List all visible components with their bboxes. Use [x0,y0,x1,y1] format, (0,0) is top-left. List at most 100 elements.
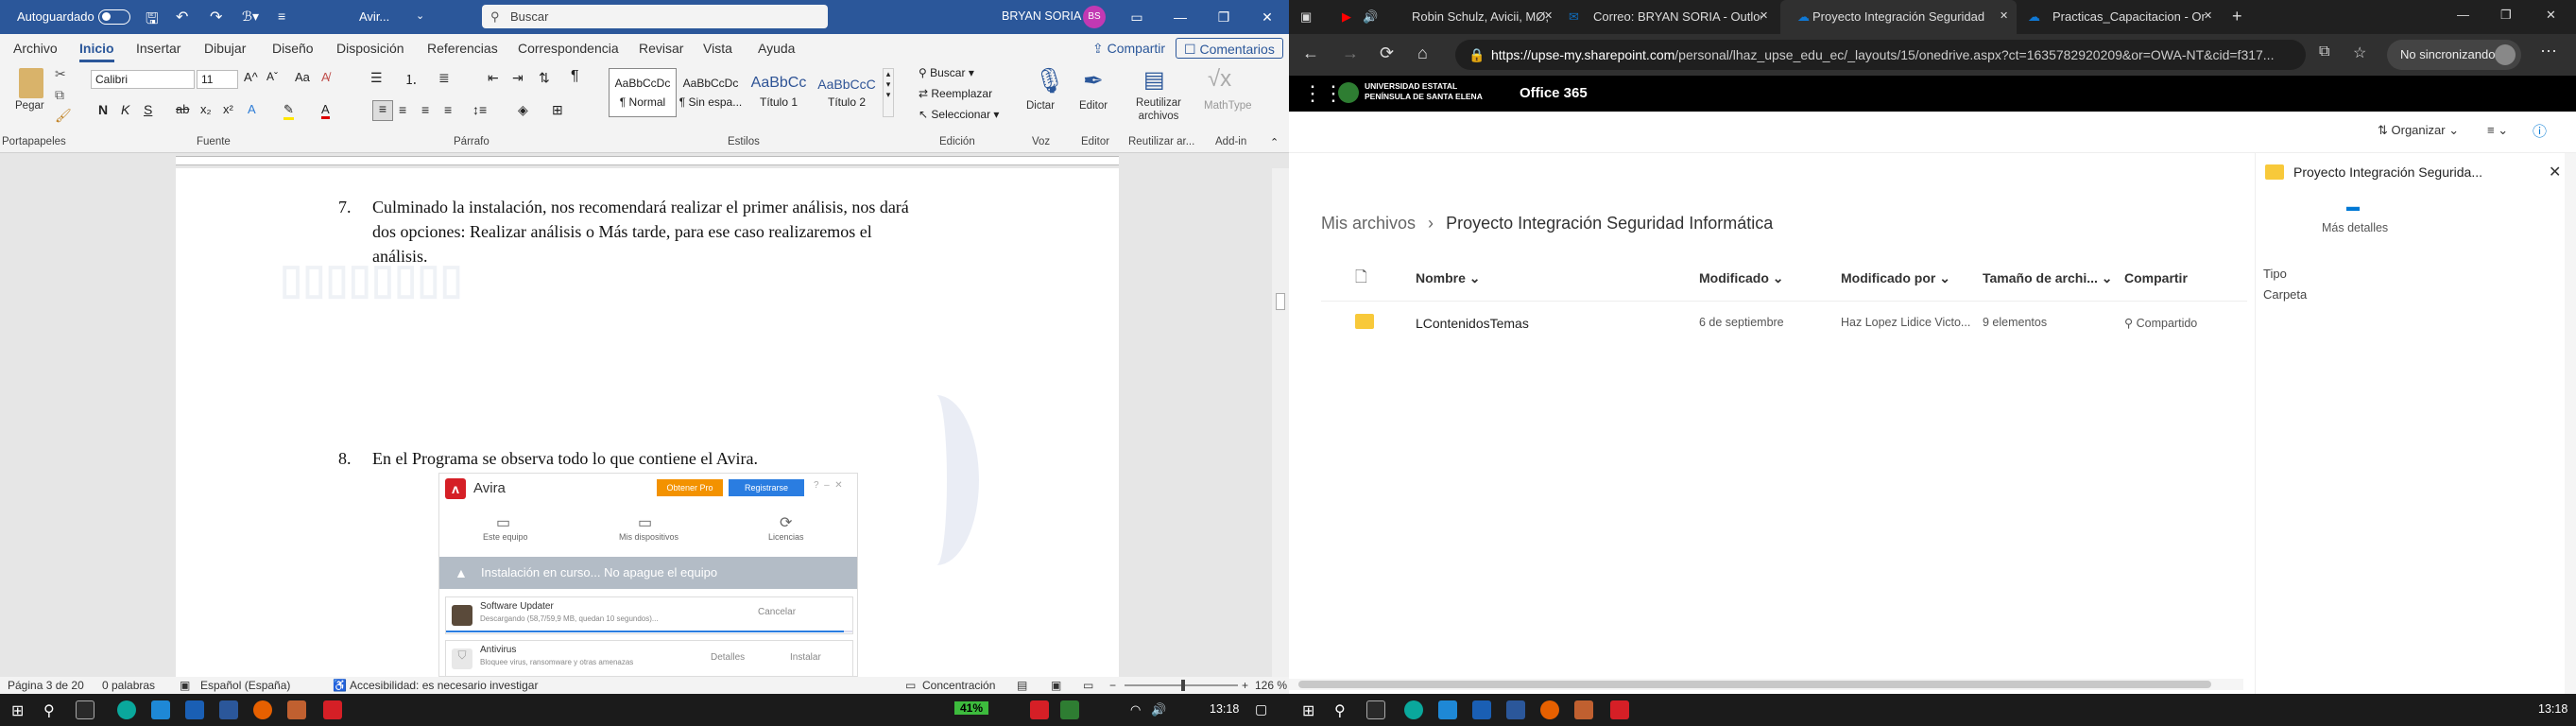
styles-more-icon[interactable]: ▴ ▾ ▾ [883,68,894,117]
minimize-icon[interactable]: — [2457,8,2469,22]
justify-icon[interactable]: ≡ [444,102,452,117]
close-tab-icon[interactable]: ✕ [1760,9,1768,22]
file-modified-by[interactable]: Haz Lopez Lidice Victo... [1841,316,1970,329]
favorites-icon[interactable]: ☆ [2353,43,2366,62]
font-color-icon[interactable]: A [321,102,330,119]
increase-indent-icon[interactable]: ⇥ [512,70,524,86]
task-view-icon[interactable] [1366,700,1385,719]
file-name[interactable]: LContenidosTemas [1416,316,1529,331]
file-sharing[interactable]: ⚲ Compartido [2124,316,2197,330]
ribbon-display-icon[interactable]: ▭ [1115,0,1159,34]
organize-button[interactable]: ⇅ Organizar ⌄ [2378,123,2459,138]
paste-icon[interactable] [19,68,43,98]
notification-icon[interactable]: ▢ [1255,701,1267,717]
word-taskbar-icon[interactable] [219,700,238,719]
copy-icon[interactable]: ⧉ [55,87,64,103]
mathtype-button[interactable]: MathType [1204,100,1252,112]
align-center-icon[interactable]: ≡ [399,102,406,117]
close-icon[interactable]: ✕ [2546,8,2556,23]
tab-vista[interactable]: Vista [703,41,732,56]
page-count[interactable]: Página 3 de 20 [8,679,84,692]
more-icon[interactable]: ⋯ [2540,42,2557,61]
avira-icon[interactable] [1610,700,1629,719]
more-details-link[interactable]: Más detalles [2322,221,2388,234]
close-tab-icon[interactable]: ✕ [2204,9,2212,22]
sync-status-button[interactable]: No sincronizando [2387,40,2521,70]
browser-tab[interactable]: Practicas_Capacitacion - OneDri... [2020,0,2206,34]
multilevel-icon[interactable]: ≣ [438,70,450,86]
info-icon[interactable]: ⓘ [2533,121,2547,141]
tab-inicio[interactable]: Inicio [79,41,114,62]
sort-icon[interactable]: ⇅ [539,70,550,86]
windows-start-icon[interactable]: ⊞ [1302,701,1314,720]
zoom-thumb[interactable] [1181,680,1185,691]
vscode-icon[interactable] [1438,700,1457,719]
grow-font-icon[interactable]: A^ [244,70,258,84]
search-icon[interactable]: ⚲ [43,701,55,720]
line-spacing-icon[interactable]: ↕≡ [472,102,487,117]
browser-tab[interactable]: Correo: BRYAN SORIA - Outlook [1561,0,1761,34]
paste-button[interactable]: Pegar [15,100,44,112]
windows-start-icon[interactable]: ⊞ [11,701,24,720]
column-size[interactable]: Tamaño de archi... ⌄ [1983,270,2113,286]
close-icon[interactable]: ✕ [2549,163,2561,182]
align-right-icon[interactable]: ≡ [421,102,429,117]
document-title[interactable]: Avir... [359,9,389,24]
decrease-indent-icon[interactable]: ⇤ [488,70,499,86]
underline-icon[interactable]: S [144,102,152,117]
quick-access-icon[interactable]: ≡ [278,9,285,24]
tab-correspondencia[interactable]: Correspondencia [518,41,619,56]
tab-dibujar[interactable]: Dibujar [204,41,246,56]
close-icon[interactable]: ✕ [1245,0,1289,34]
audio-icon[interactable]: 🔊 [1363,9,1378,25]
dictate-button[interactable]: Dictar [1026,100,1055,112]
editor-button[interactable]: Editor [1079,100,1108,112]
more-details-icon[interactable]: ▬ [2346,199,2360,214]
office365-title[interactable]: Office 365 [1520,85,1588,101]
app-icon[interactable] [185,700,204,719]
app-icon[interactable] [1574,700,1593,719]
reuse-files-button[interactable]: Reutilizar archivos [1130,96,1187,123]
editor-icon[interactable]: ✒ [1083,66,1104,95]
clear-format-icon[interactable]: A̸ [321,70,330,84]
avatar[interactable]: BS [1083,6,1106,28]
close-tab-icon[interactable]: ✕ [2000,9,2008,22]
clock[interactable]: 13:18 [1210,702,1239,716]
close-tab-icon[interactable]: ✕ [1544,9,1553,22]
highlight-icon[interactable]: ✎ [283,102,294,120]
clock[interactable]: 13:18 [2538,702,2567,716]
app-icon[interactable] [1472,700,1491,719]
firefox-icon[interactable] [253,700,272,719]
change-case-icon[interactable]: Aa [295,70,310,84]
wifi-icon[interactable]: ◠ [1130,702,1141,717]
superscript-icon[interactable]: x² [223,102,233,116]
avira-tray-icon[interactable] [1030,700,1049,719]
font-size-select[interactable]: 11 [197,70,238,89]
subscript-icon[interactable]: x₂ [200,102,212,116]
microphone-icon[interactable]: 🎙 [1034,66,1065,95]
customize-icon[interactable]: ℬ▾ [242,9,259,25]
new-tab-icon[interactable]: + [2232,7,2242,26]
shading-icon[interactable]: ◈ [518,102,528,118]
chevron-down-icon[interactable]: ⌄ [416,9,424,22]
tab-diseno[interactable]: Diseño [272,41,314,56]
view-options-icon[interactable]: ≡ ⌄ [2487,123,2508,138]
replace-button[interactable]: ⇄ Reemplazar [919,87,992,100]
numbering-icon[interactable]: ⒈ [404,70,418,89]
reuse-files-icon[interactable]: ▤ [1143,66,1165,94]
format-painter-icon[interactable]: 🖌 [55,108,72,124]
search-icon[interactable]: ⚲ [1334,701,1346,720]
app-icon[interactable] [287,700,306,719]
tab-disposicion[interactable]: Disposición [336,41,404,56]
language[interactable]: Español (España) [200,679,290,692]
comments-button[interactable]: ☐ Comentarios [1176,38,1283,59]
undo-icon[interactable]: ↶ [176,8,188,26]
column-modified[interactable]: Modificado ⌄ [1699,270,1784,286]
task-view-icon[interactable] [76,700,94,719]
tab-archivo[interactable]: Archivo [13,41,58,56]
refresh-icon[interactable]: ⟳ [1380,43,1394,63]
zoom-in-icon[interactable]: + [1242,679,1248,692]
mathtype-icon[interactable]: √x [1208,66,1231,93]
save-icon[interactable]: 🖫 [146,9,159,34]
breadcrumb-current[interactable]: Proyecto Integración Seguridad Informáti… [1446,214,1773,233]
